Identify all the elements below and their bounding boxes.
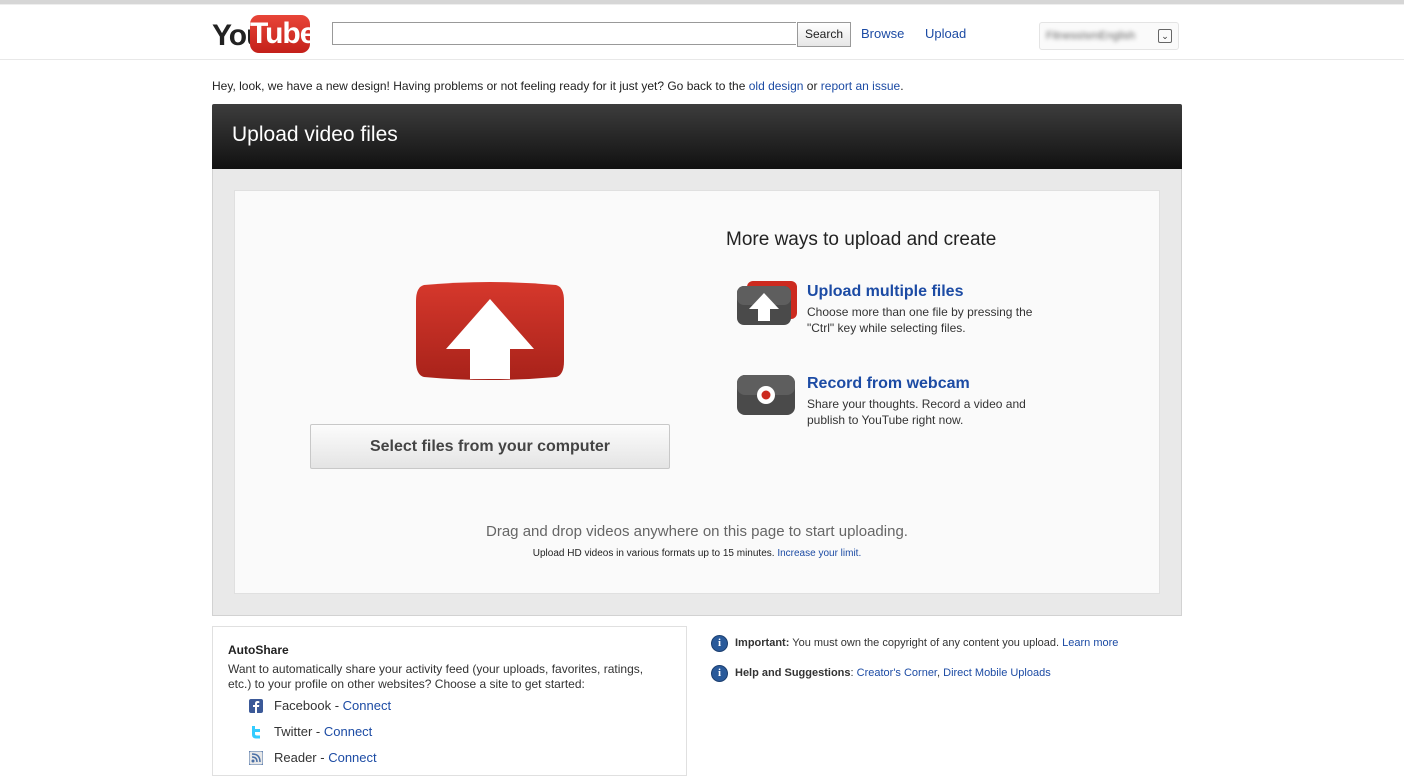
- reader-icon: [249, 751, 263, 765]
- help-label: Help and Suggestions: [735, 667, 851, 679]
- nav-upload-link[interactable]: Upload: [925, 26, 966, 41]
- facebook-label: Facebook: [274, 698, 332, 713]
- chevron-down-icon[interactable]: ⌄: [1158, 29, 1172, 43]
- nav-browse-link[interactable]: Browse: [861, 26, 904, 41]
- page-title: Upload video files: [232, 123, 398, 146]
- info-icon: i: [711, 635, 728, 652]
- new-design-notice: Hey, look, we have a new design! Having …: [212, 79, 904, 93]
- autoshare-title: AutoShare: [228, 643, 289, 657]
- logo-tube-text: Tube: [250, 15, 316, 53]
- username: FitnessIsmEnglish: [1046, 30, 1136, 42]
- select-files-button[interactable]: Select files from your computer: [310, 424, 670, 469]
- upload-panel-header: Upload video files: [212, 104, 1182, 169]
- mobile-uploads-link[interactable]: Direct Mobile Uploads: [943, 667, 1051, 679]
- creators-corner-link[interactable]: Creator's Corner: [857, 667, 937, 679]
- old-design-link[interactable]: old design: [749, 79, 804, 93]
- increase-limit-link[interactable]: Increase your limit.: [777, 548, 861, 559]
- search-input[interactable]: [332, 22, 796, 45]
- upload-multiple-icon[interactable]: [737, 281, 797, 325]
- twitter-label: Twitter: [274, 724, 313, 739]
- record-webcam-link[interactable]: Record from webcam: [807, 375, 970, 393]
- facebook-icon: [249, 699, 263, 713]
- info-icon: i: [711, 665, 728, 682]
- important-text: You must own the copyright of any conten…: [789, 637, 1063, 649]
- reader-connect-link[interactable]: Connect: [328, 750, 376, 765]
- notice-end: .: [900, 79, 904, 93]
- separator: -: [312, 724, 324, 739]
- autoshare-desc: Want to automatically share your activit…: [228, 662, 644, 691]
- report-issue-link[interactable]: report an issue: [821, 79, 900, 93]
- important-label: Important:: [735, 637, 790, 649]
- notice-text: Hey, look, we have a new design! Having …: [212, 79, 749, 93]
- upload-multiple-desc: Choose more than one file by pressing th…: [807, 305, 1033, 335]
- hd-limit-text: Upload HD videos in various formats up t…: [532, 548, 778, 559]
- learn-more-link[interactable]: Learn more: [1062, 637, 1118, 649]
- record-webcam-desc: Share your thoughts. Record a video and …: [807, 397, 1026, 427]
- upload-dropzone[interactable]: Select files from your computer More way…: [234, 190, 1160, 594]
- upload-multiple-link[interactable]: Upload multiple files: [807, 283, 963, 301]
- upload-arrow-icon[interactable]: [416, 281, 564, 381]
- twitter-icon: [252, 726, 260, 739]
- upload-limit-text: Upload HD videos in various formats up t…: [235, 548, 1159, 559]
- separator: -: [316, 750, 329, 765]
- webcam-icon[interactable]: [737, 373, 797, 417]
- search-button[interactable]: Search: [797, 22, 851, 47]
- user-menu[interactable]: FitnessIsmEnglish ⌄: [1039, 22, 1179, 50]
- twitter-connect-link[interactable]: Connect: [324, 724, 372, 739]
- facebook-connect-link[interactable]: Connect: [343, 698, 391, 713]
- upload-panel: Select files from your computer More way…: [212, 169, 1182, 616]
- separator: -: [331, 698, 343, 713]
- drag-drop-hint: Drag and drop videos anywhere on this pa…: [486, 523, 908, 540]
- notice-or: or: [803, 79, 821, 93]
- reader-label: Reader: [274, 750, 317, 765]
- masthead: You Tube Search Browse Upload FitnessIsm…: [0, 5, 1404, 60]
- more-ways-heading: More ways to upload and create: [726, 229, 997, 250]
- autoshare-box: AutoShare Want to automatically share yo…: [212, 626, 687, 776]
- browser-top-border: [0, 0, 1404, 5]
